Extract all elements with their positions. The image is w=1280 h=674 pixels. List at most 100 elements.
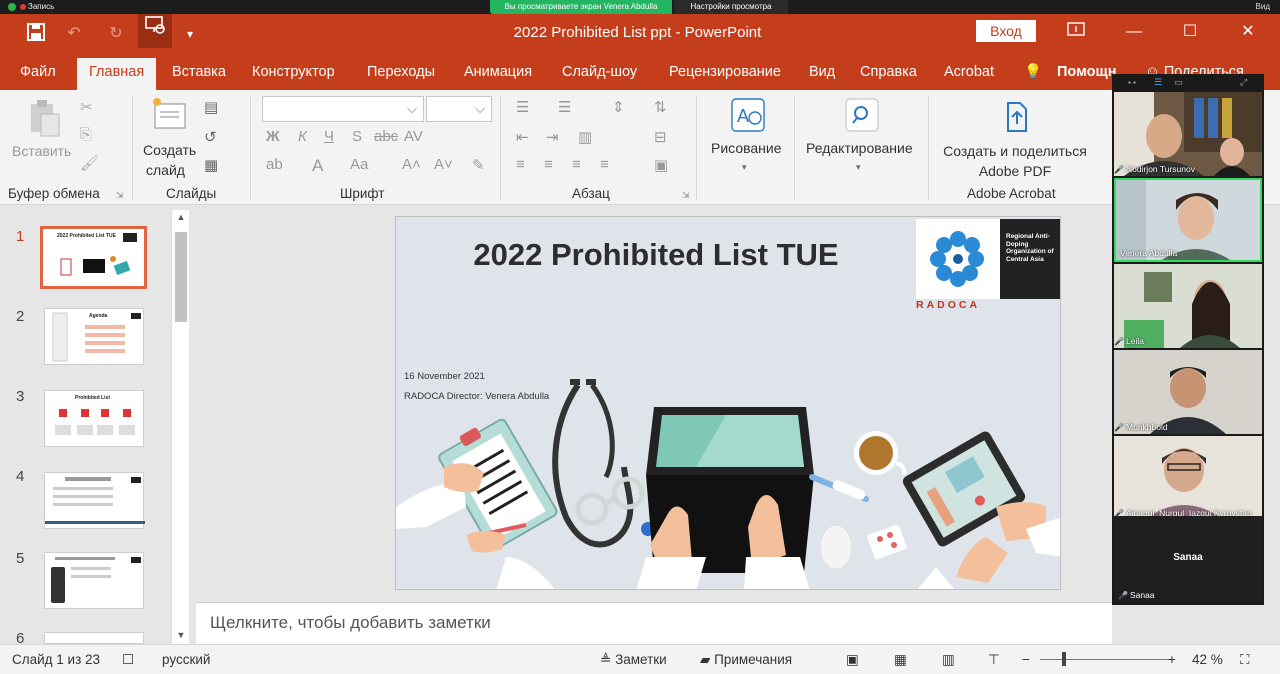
slide-date[interactable]: 16 November 2021: [404, 371, 485, 382]
tab-insert[interactable]: Вставка: [172, 62, 226, 90]
zoom-slider[interactable]: [1040, 659, 1170, 660]
editing-label[interactable]: Редактирование: [806, 140, 913, 156]
copy-icon[interactable]: ⎘: [80, 126, 92, 143]
clipboard-launcher-icon[interactable]: ⇲: [116, 190, 124, 201]
gallery-dots-icon[interactable]: ▪ ▪: [1128, 78, 1136, 87]
char-spacing-icon[interactable]: AV: [404, 128, 423, 145]
participant-tile[interactable]: 🎤 Leila: [1114, 264, 1262, 348]
underline-button[interactable]: Ч: [324, 128, 334, 145]
gallery-view-icon[interactable]: ☰: [1154, 77, 1162, 88]
create-pdf-label2[interactable]: Adobe PDF: [941, 163, 1089, 179]
section-icon[interactable]: ▦: [204, 156, 218, 174]
format-painter-icon[interactable]: 🖌: [80, 154, 99, 172]
spell-check-icon[interactable]: ☐: [122, 652, 134, 668]
view-options-button[interactable]: Настройки просмотра: [674, 0, 788, 14]
participant-tile[interactable]: 🎤 Ainagul_Nurgul_Iazgul Kyrgystan: [1114, 436, 1262, 520]
numbering-icon[interactable]: ☰: [558, 98, 571, 116]
layout-icon[interactable]: ▤: [204, 98, 218, 116]
decrease-font-icon[interactable]: A˅: [434, 156, 453, 173]
notes-pane[interactable]: Щелкните, чтобы добавить заметки: [196, 602, 1112, 644]
create-pdf-icon[interactable]: [1000, 100, 1034, 134]
slide-thumbnail-1[interactable]: 2022 Prohibited List TUE: [40, 226, 147, 289]
zoom-slider-thumb[interactable]: [1062, 652, 1066, 666]
increase-indent-icon[interactable]: ⇥: [546, 128, 559, 146]
slide-thumbnail-4[interactable]: [44, 472, 145, 529]
language-indicator[interactable]: русский: [162, 652, 210, 667]
change-case-icon[interactable]: Aa: [350, 156, 368, 173]
italic-button[interactable]: К: [298, 128, 307, 145]
align-left-icon[interactable]: ≡: [516, 156, 525, 173]
slide-title[interactable]: 2022 Prohibited List TUE: [456, 235, 856, 275]
new-slide-icon[interactable]: [150, 96, 190, 136]
maximize-icon[interactable]: ☐: [1176, 20, 1204, 44]
slide-thumbnail-2[interactable]: Agenda: [44, 308, 144, 365]
notes-placeholder[interactable]: Щелкните, чтобы добавить заметки: [210, 613, 491, 633]
notes-toggle[interactable]: ≜ Заметки: [600, 652, 667, 668]
speaker-view-icon[interactable]: ▭: [1174, 77, 1183, 88]
tab-tell-me[interactable]: Помощн: [1057, 62, 1116, 90]
bullets-icon[interactable]: ☰: [516, 98, 529, 116]
tab-acrobat[interactable]: Acrobat: [944, 62, 994, 90]
strikethrough-button[interactable]: abc: [374, 128, 398, 145]
zoom-level[interactable]: 42 %: [1192, 652, 1223, 667]
justify-icon[interactable]: ≡: [600, 156, 609, 173]
scroll-thumb[interactable]: [175, 232, 187, 322]
drawing-label[interactable]: Рисование: [711, 140, 782, 156]
login-button[interactable]: Вход: [976, 20, 1036, 42]
font-color-icon[interactable]: A: [312, 156, 323, 176]
cut-icon[interactable]: ✂: [80, 98, 93, 116]
slide-thumbnail-3[interactable]: Prohibited List: [44, 390, 144, 447]
search-icon[interactable]: [842, 96, 882, 136]
fit-to-window-icon[interactable]: ⛶: [1240, 652, 1249, 668]
align-center-icon[interactable]: ≡: [544, 156, 553, 173]
paste-icon[interactable]: [24, 98, 64, 138]
create-pdf-label[interactable]: Создать и поделиться: [941, 143, 1089, 159]
tab-home[interactable]: Главная: [77, 58, 157, 90]
paste-label[interactable]: Вставить: [12, 143, 71, 159]
minimize-icon[interactable]: —: [1120, 20, 1148, 44]
reset-icon[interactable]: ↺: [204, 128, 217, 146]
current-slide[interactable]: 2022 Prohibited List TUE 16 November 202…: [395, 216, 1061, 590]
decrease-indent-icon[interactable]: ⇤: [516, 128, 529, 146]
tab-view[interactable]: Вид: [809, 62, 835, 90]
tab-slideshow[interactable]: Слайд-шоу: [562, 62, 637, 90]
slide-sorter-icon[interactable]: ▦: [894, 652, 907, 668]
zoom-in-button[interactable]: +: [1168, 652, 1176, 667]
slide-thumbnail-6[interactable]: [44, 632, 144, 644]
smartart-icon[interactable]: ▣: [654, 156, 668, 174]
highlight-icon[interactable]: ✎: [472, 156, 485, 174]
scroll-down-icon[interactable]: ▼: [172, 630, 190, 640]
slideshow-view-icon[interactable]: ⊤: [988, 652, 1000, 668]
participant-tile-active[interactable]: Venera Abdulla: [1114, 178, 1262, 262]
drawing-icon[interactable]: A: [728, 96, 768, 136]
paragraph-launcher-icon[interactable]: ⇲: [682, 190, 690, 201]
font-family-select[interactable]: ⌵: [262, 96, 424, 122]
text-direction-icon[interactable]: ⇅: [654, 98, 667, 116]
shadow-button[interactable]: S: [352, 128, 362, 145]
new-slide-label[interactable]: Создать: [143, 142, 196, 158]
comments-toggle[interactable]: ▰ Примечания: [700, 652, 792, 668]
chevron-down-icon[interactable]: ▾: [742, 162, 747, 173]
slide-director[interactable]: RADOCA Director: Venera Abdulla: [404, 391, 549, 402]
slide-thumbnail-5[interactable]: [44, 552, 144, 609]
normal-view-icon[interactable]: ▣: [846, 652, 859, 668]
tab-transitions[interactable]: Переходы: [367, 62, 435, 90]
scroll-up-icon[interactable]: ▲: [172, 212, 190, 222]
line-spacing-icon[interactable]: ⇕: [612, 98, 625, 116]
close-icon[interactable]: ✕: [1234, 20, 1262, 44]
align-text-icon[interactable]: ⊟: [654, 128, 667, 146]
font-size-select[interactable]: ⌵: [426, 96, 492, 122]
slide-counter[interactable]: Слайд 1 из 23: [12, 652, 100, 667]
clear-format-icon[interactable]: ab: [266, 156, 283, 173]
tab-design[interactable]: Конструктор: [252, 62, 335, 90]
participant-tile[interactable]: 🎤 Nodirjon Tursunov: [1114, 92, 1262, 176]
align-right-icon[interactable]: ≡: [572, 156, 581, 173]
chevron-down-icon[interactable]: ▾: [856, 162, 861, 173]
view-button[interactable]: Вид: [1256, 2, 1270, 11]
tab-file[interactable]: Файл: [20, 62, 56, 90]
ribbon-display-options-icon[interactable]: [1062, 20, 1090, 44]
tab-review[interactable]: Рецензирование: [669, 62, 781, 90]
lightbulb-icon[interactable]: 💡: [1024, 62, 1042, 90]
bold-button[interactable]: Ж: [266, 128, 280, 145]
increase-font-icon[interactable]: A˄: [402, 156, 421, 173]
